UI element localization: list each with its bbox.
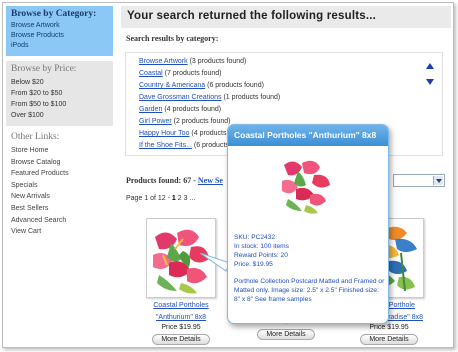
- page-link[interactable]: 3: [184, 195, 188, 202]
- popup-description: Porthole Collection Postcard Matted and …: [234, 278, 385, 303]
- scroll-down-icon[interactable]: [426, 79, 434, 85]
- products-found-label: Products found: 67 -: [126, 176, 198, 185]
- more-details-button[interactable]: More Details: [360, 334, 418, 345]
- other-links-panel: Other Links: Store Home Browse Catalog F…: [6, 129, 113, 241]
- category-link[interactable]: Garden: [139, 106, 162, 113]
- browse-by-category-panel: Browse by Category: Browse Artwork Brows…: [6, 6, 113, 56]
- product-name-line1[interactable]: Coastal Portholes: [141, 301, 221, 310]
- store-window: Browse by Category: Browse Artwork Brows…: [2, 2, 454, 348]
- price-link-50-to-100[interactable]: From $50 to $100: [11, 99, 108, 110]
- product-quickview-popup: Coastal Portholes "Anthurium" 8x8 SKU: P…: [227, 124, 389, 324]
- price-link-20-to-50[interactable]: From $20 to $50: [11, 88, 108, 99]
- page-label: Page 1 of 12 -: [126, 195, 172, 202]
- category-result-row: Country & Americana (6 products found): [139, 82, 280, 94]
- link-store-home[interactable]: Store Home: [11, 145, 108, 157]
- popup-reward-points: Reward Points: 20: [234, 252, 288, 259]
- price-link-over-100[interactable]: Over $100: [11, 110, 108, 121]
- popup-price: Price: $19.95: [234, 261, 273, 268]
- category-link[interactable]: Dave Grossman Creations: [139, 94, 221, 101]
- sidebar-link-browse-products[interactable]: Browse Products: [11, 31, 108, 41]
- category-link[interactable]: Happy Hour Too: [139, 130, 189, 137]
- category-result-row: Garden (4 products found): [139, 106, 280, 118]
- category-count: (6 products found): [207, 82, 264, 89]
- product-price: Price $19.95: [369, 324, 409, 331]
- sidebar-link-ipods[interactable]: iPods: [11, 41, 108, 51]
- page-title: Your search returned the following resul…: [127, 10, 377, 22]
- browse-by-price-panel: Browse by Price: Below $20 From $20 to $…: [6, 61, 113, 126]
- other-links-heading: Other Links:: [11, 132, 60, 142]
- browse-by-category-heading: Browse by Category:: [11, 9, 97, 19]
- popup-details: SKU: PC2432 In stock: 100 items Reward P…: [234, 233, 386, 304]
- more-details-button[interactable]: More Details: [152, 334, 210, 345]
- popup-spacer: [234, 269, 386, 277]
- page-more: ...: [189, 195, 196, 202]
- browse-by-price-heading: Browse by Price:: [11, 64, 77, 74]
- category-count: (1 products found): [223, 94, 281, 101]
- scroll-up-icon[interactable]: [426, 63, 434, 69]
- page-link[interactable]: 2: [178, 195, 182, 202]
- category-result-row: Dave Grossman Creations (1 products foun…: [139, 94, 280, 106]
- product-card: Coastal Portholes "Anthurium" 8x8 Price …: [141, 218, 221, 345]
- category-result-row: Coastal (7 products found): [139, 70, 280, 82]
- popup-sku: SKU: PC2432: [234, 234, 276, 241]
- category-count: (4 products found): [164, 106, 222, 113]
- link-new-arrivals[interactable]: New Arrivals: [11, 191, 108, 203]
- category-count: (7 products found): [164, 70, 222, 77]
- link-featured-products[interactable]: Featured Products: [11, 168, 108, 180]
- tooltip-pointer-icon: [200, 253, 230, 272]
- popup-stock: In stock: 100 items: [234, 243, 289, 250]
- link-view-cart[interactable]: View Cart: [11, 226, 108, 238]
- link-specials[interactable]: Specials: [11, 180, 108, 192]
- category-link[interactable]: Country & Americana: [139, 82, 205, 89]
- category-count: (2 products found): [173, 118, 231, 125]
- sort-select[interactable]: [393, 174, 445, 187]
- new-search-link[interactable]: New Se: [198, 176, 223, 185]
- product-name-line2[interactable]: "Anthurium" 8x8: [141, 313, 221, 322]
- link-browse-catalog[interactable]: Browse Catalog: [11, 157, 108, 169]
- product-price: Price $19.95: [161, 324, 201, 331]
- category-result-row: Browse Artwork (3 products found): [139, 58, 280, 70]
- category-link[interactable]: If the Shoe Fits...: [139, 142, 192, 149]
- results-title-bar: Your search returned the following resul…: [121, 6, 451, 28]
- category-link[interactable]: Girl Power: [139, 118, 172, 125]
- popup-title: Coastal Portholes "Anthurium" 8x8: [228, 125, 388, 146]
- category-count: (3 products found): [189, 58, 247, 65]
- link-advanced-search[interactable]: Advanced Search: [11, 215, 108, 227]
- page-link-current[interactable]: 1: [172, 195, 176, 202]
- sidebar-link-browse-artwork[interactable]: Browse Artwork: [11, 21, 108, 31]
- price-link-below-20[interactable]: Below $20: [11, 77, 108, 88]
- pagination: Page 1 of 12 - 1 2 3 ...: [126, 195, 195, 202]
- popup-product-image: [278, 153, 336, 219]
- category-link[interactable]: Browse Artwork: [139, 58, 188, 65]
- products-found-row: Products found: 67 - New Se: [126, 176, 223, 185]
- link-best-sellers[interactable]: Best Sellers: [11, 203, 108, 215]
- category-link[interactable]: Coastal: [139, 70, 163, 77]
- chevron-down-icon[interactable]: [433, 176, 443, 185]
- results-by-category-heading: Search results by category:: [126, 34, 219, 43]
- left-sidebar: Browse by Category: Browse Artwork Brows…: [6, 6, 113, 241]
- more-details-button[interactable]: More Details: [257, 329, 315, 340]
